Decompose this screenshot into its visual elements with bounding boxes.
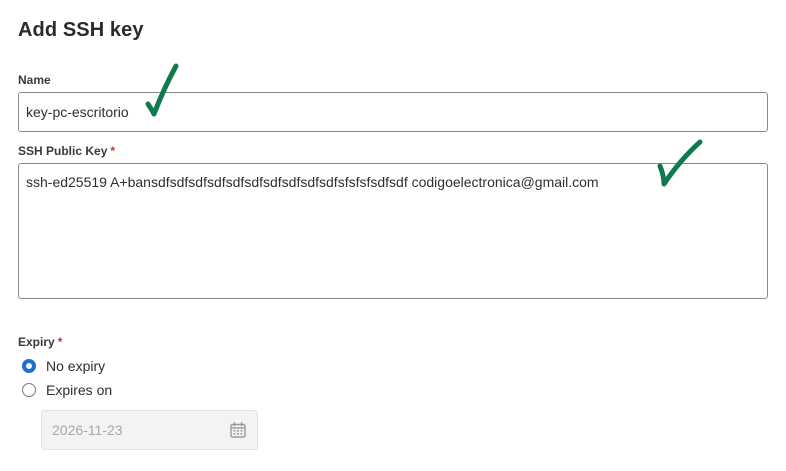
ssh-key-label: SSH Public Key * bbox=[18, 144, 115, 158]
name-label: Name bbox=[18, 73, 51, 87]
name-input[interactable] bbox=[18, 92, 768, 132]
radio-expires-on-label: Expires on bbox=[46, 382, 113, 398]
radio-no-expiry[interactable]: No expiry bbox=[22, 358, 105, 374]
radio-expires-on[interactable]: Expires on bbox=[22, 382, 112, 398]
name-label-text: Name bbox=[18, 73, 51, 87]
radio-unselected-icon[interactable] bbox=[22, 383, 36, 397]
radio-selected-icon[interactable] bbox=[22, 359, 36, 373]
expiry-date-field[interactable]: 2026-11-23 bbox=[41, 410, 258, 450]
page-title: Add SSH key bbox=[18, 19, 144, 41]
calendar-icon[interactable] bbox=[229, 421, 247, 439]
radio-no-expiry-label: No expiry bbox=[46, 358, 106, 374]
expiry-label-text: Expiry bbox=[18, 335, 55, 349]
ssh-key-textarea[interactable]: ssh-ed25519 A+bansdfsdfsdfsdfsdfsdfsdfsd… bbox=[18, 163, 768, 299]
expiry-label: Expiry * bbox=[18, 335, 62, 349]
required-marker: * bbox=[57, 335, 63, 349]
ssh-key-label-text: SSH Public Key bbox=[18, 144, 108, 158]
expiry-date-value: 2026-11-23 bbox=[52, 422, 123, 438]
required-marker: * bbox=[110, 144, 116, 158]
